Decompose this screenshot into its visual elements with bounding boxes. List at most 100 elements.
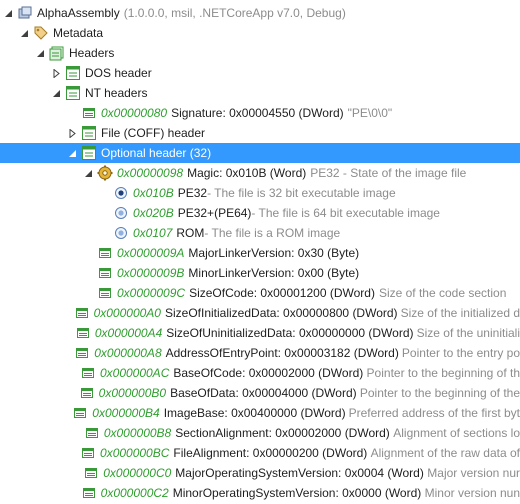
tree-node-dos-header[interactable]: DOS header bbox=[0, 63, 520, 83]
field-icon bbox=[72, 405, 88, 421]
field-icon bbox=[81, 485, 97, 501]
field-comment: Preferred address of the first byt bbox=[348, 406, 520, 420]
gear-icon bbox=[97, 165, 113, 181]
tree-node-field[interactable]: 0x0000009C SizeOfCode: 0x00001200 (DWord… bbox=[0, 283, 520, 303]
tree-node-field[interactable]: 0x000000C0 MajorOperatingSystemVersion: … bbox=[0, 463, 520, 483]
field-icon bbox=[97, 245, 113, 261]
tree-node-field[interactable]: 0x0000009B MinorLinkerVersion: 0x00 (Byt… bbox=[0, 263, 520, 283]
field-comment: Minor version nun bbox=[424, 486, 520, 500]
field-comment: "PE\0\0" bbox=[347, 106, 393, 120]
folder-green-icon bbox=[49, 45, 65, 61]
magic-option-pe32[interactable]: 0x010B PE32 - The file is 32 bit executa… bbox=[0, 183, 520, 203]
tree-node-field[interactable]: 0x000000B8 SectionAlignment: 0x00002000 … bbox=[0, 423, 520, 443]
tree-node-optional-header[interactable]: Optional header (32) bbox=[0, 143, 520, 163]
tree-node-assembly[interactable]: AlphaAssembly (1.0.0.0, msil, .NETCoreAp… bbox=[0, 3, 520, 23]
assembly-icon bbox=[17, 5, 33, 21]
green-struct-icon bbox=[81, 145, 97, 161]
field-label: ImageBase: 0x00400000 (DWord) bbox=[163, 406, 346, 420]
tree-node-field[interactable]: 0x0000009A MajorLinkerVersion: 0x30 (Byt… bbox=[0, 243, 520, 263]
radio-selected-icon[interactable] bbox=[113, 185, 129, 201]
field-label: BaseOfData: 0x00004000 (DWord) bbox=[170, 386, 357, 400]
option-value: 0x020B bbox=[133, 206, 174, 220]
field-label: MinorOperatingSystemVersion: 0x0000 (Wor… bbox=[172, 486, 422, 500]
collapse-arrow-icon[interactable] bbox=[84, 169, 93, 178]
file-header-label: File (COFF) header bbox=[101, 126, 206, 140]
nt-headers-label: NT headers bbox=[85, 86, 148, 100]
field-comment: Alignment of sections lo bbox=[393, 426, 520, 440]
field-icon bbox=[79, 385, 95, 401]
field-icon bbox=[74, 305, 90, 321]
collapse-arrow-icon[interactable] bbox=[68, 149, 77, 158]
expand-arrow-icon[interactable] bbox=[52, 68, 61, 78]
field-offset: 0x000000C2 bbox=[100, 486, 169, 500]
field-label: MajorOperatingSystemVersion: 0x0004 (Wor… bbox=[175, 466, 424, 480]
option-comment: - The file is 32 bit executable image bbox=[207, 186, 396, 200]
optional-header-label: Optional header (32) bbox=[101, 146, 212, 160]
tree-node-field[interactable]: 0x000000C2 MinorOperatingSystemVersion: … bbox=[0, 483, 520, 503]
metadata-tree-view[interactable]: AlphaAssembly (1.0.0.0, msil, .NETCoreAp… bbox=[0, 0, 520, 504]
field-offset: 0x0000009C bbox=[117, 286, 186, 300]
magic-offset: 0x00000098 bbox=[117, 166, 184, 180]
option-value: 0x010B bbox=[133, 186, 174, 200]
field-offset: 0x000000C0 bbox=[103, 466, 172, 480]
option-label: PE32 bbox=[177, 186, 208, 200]
field-label: FileAlignment: 0x00000200 (DWord) bbox=[173, 446, 368, 460]
field-offset: 0x000000A8 bbox=[94, 346, 162, 360]
field-icon bbox=[80, 365, 96, 381]
magic-option-rom[interactable]: 0x0107 ROM - The file is a ROM image bbox=[0, 223, 520, 243]
assembly-detail: (1.0.0.0, msil, .NETCoreApp v7.0, Debug) bbox=[123, 6, 346, 20]
option-label: PE32+(PE64) bbox=[177, 206, 252, 220]
green-struct-icon bbox=[81, 125, 97, 141]
field-offset: 0x000000B0 bbox=[98, 386, 167, 400]
option-value: 0x0107 bbox=[133, 226, 173, 240]
green-struct-icon bbox=[65, 85, 81, 101]
tree-node-nt-headers[interactable]: NT headers bbox=[0, 83, 520, 103]
tree-node-signature[interactable]: 0x00000080 Signature: 0x00004550 (DWord)… bbox=[0, 103, 520, 123]
field-icon bbox=[74, 345, 90, 361]
option-label: ROM bbox=[176, 226, 205, 240]
tree-node-field[interactable]: 0x000000BC FileAlignment: 0x00000200 (DW… bbox=[0, 443, 520, 463]
tree-node-field[interactable]: 0x000000B4 ImageBase: 0x00400000 (DWord)… bbox=[0, 403, 520, 423]
field-icon bbox=[84, 425, 100, 441]
tree-node-field[interactable]: 0x000000A0 SizeOfInitializedData: 0x0000… bbox=[0, 303, 520, 323]
field-offset: 0x000000A0 bbox=[93, 306, 161, 320]
field-offset: 0x000000B8 bbox=[103, 426, 172, 440]
field-label: AddressOfEntryPoint: 0x00003182 (DWord) bbox=[165, 346, 399, 360]
metadata-label: Metadata bbox=[53, 26, 104, 40]
field-label: Signature: 0x00004550 (DWord) bbox=[171, 106, 344, 120]
field-icon bbox=[81, 105, 97, 121]
collapse-arrow-icon[interactable] bbox=[20, 29, 29, 38]
tree-node-field[interactable]: 0x000000AC BaseOfCode: 0x00002000 (DWord… bbox=[0, 363, 520, 383]
headers-label: Headers bbox=[69, 46, 115, 60]
magic-comment: PE32 - State of the image file bbox=[310, 166, 467, 180]
radio-unselected-icon[interactable] bbox=[113, 225, 129, 241]
field-comment: Major version nur bbox=[427, 466, 520, 480]
field-label: SectionAlignment: 0x00002000 (DWord) bbox=[175, 426, 390, 440]
field-icon bbox=[83, 465, 99, 481]
tree-node-field[interactable]: 0x000000A8 AddressOfEntryPoint: 0x000031… bbox=[0, 343, 520, 363]
radio-unselected-icon[interactable] bbox=[113, 205, 129, 221]
field-label: SizeOfInitializedData: 0x00000800 (DWord… bbox=[164, 306, 398, 320]
tree-node-headers[interactable]: Headers bbox=[0, 43, 520, 63]
tree-node-metadata[interactable]: Metadata bbox=[0, 23, 520, 43]
field-offset: 0x000000A4 bbox=[94, 326, 163, 340]
tree-node-field[interactable]: 0x000000A4 SizeOfUninitializedData: 0x00… bbox=[0, 323, 520, 343]
field-icon bbox=[75, 325, 91, 341]
field-comment: Pointer to the entry po bbox=[401, 346, 520, 360]
field-offset: 0x0000009A bbox=[117, 246, 185, 260]
expand-arrow-icon[interactable] bbox=[68, 128, 77, 138]
field-label: BaseOfCode: 0x00002000 (DWord) bbox=[173, 366, 364, 380]
collapse-arrow-icon[interactable] bbox=[36, 49, 45, 58]
dos-header-label: DOS header bbox=[85, 66, 152, 80]
collapse-arrow-icon[interactable] bbox=[4, 9, 13, 18]
field-offset: 0x000000AC bbox=[99, 366, 170, 380]
option-comment: - The file is a ROM image bbox=[204, 226, 341, 240]
tree-node-field[interactable]: 0x000000B0 BaseOfData: 0x00004000 (DWord… bbox=[0, 383, 520, 403]
tree-node-magic[interactable]: 0x00000098 Magic: 0x010B (Word) PE32 - S… bbox=[0, 163, 520, 183]
magic-label: Magic: 0x010B (Word) bbox=[187, 166, 307, 180]
tree-node-file-header[interactable]: File (COFF) header bbox=[0, 123, 520, 143]
field-offset: 0x000000BC bbox=[100, 446, 170, 460]
field-icon bbox=[80, 445, 96, 461]
collapse-arrow-icon[interactable] bbox=[52, 89, 61, 98]
magic-option-pe32plus[interactable]: 0x020B PE32+(PE64) - The file is 64 bit … bbox=[0, 203, 520, 223]
